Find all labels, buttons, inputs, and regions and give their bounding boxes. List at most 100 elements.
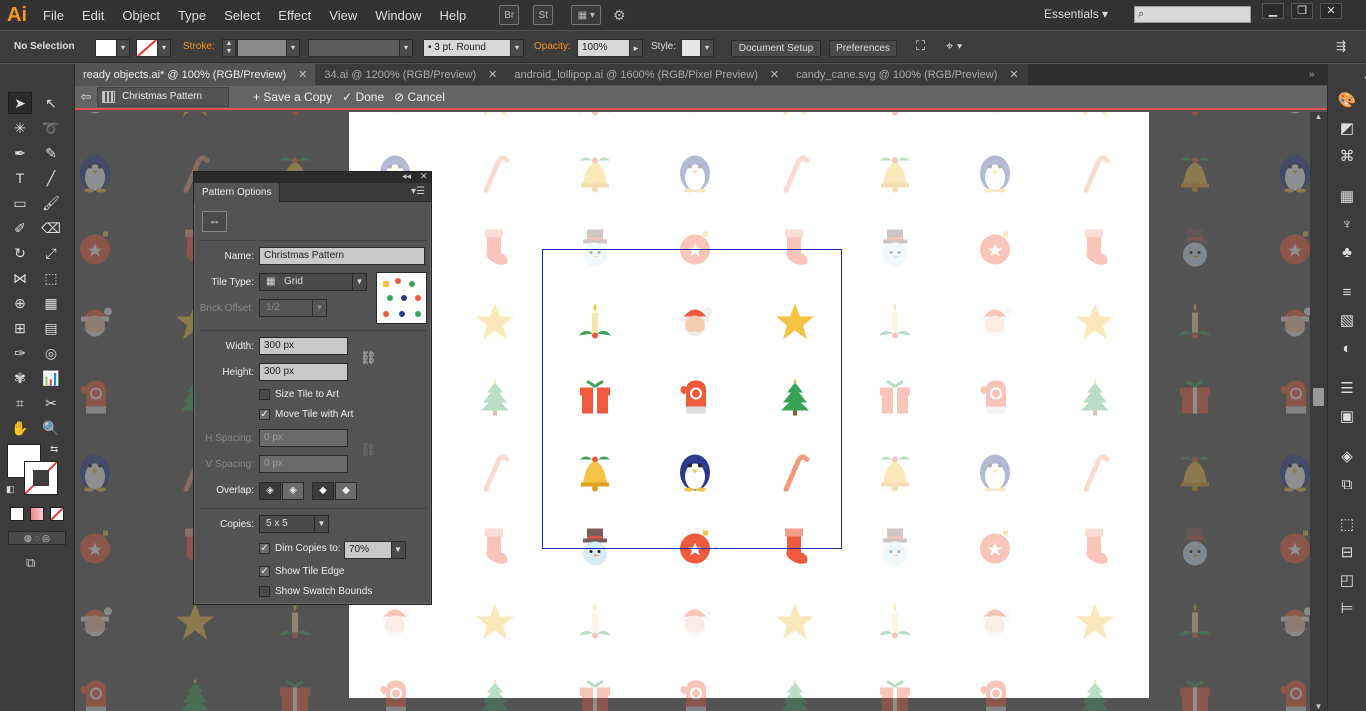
document-setup-button[interactable]: Document Setup	[731, 40, 821, 57]
scroll-thumb[interactable]	[1313, 388, 1324, 406]
drawing-modes-icon[interactable]: ◍ ◌ ◎	[8, 531, 66, 545]
close-window-button[interactable]: ✕	[1320, 3, 1342, 19]
close-icon[interactable]: ✕	[1009, 68, 1018, 81]
shaper-tool-icon[interactable]: ✐	[8, 217, 32, 239]
stroke-weight-field[interactable]	[237, 39, 287, 57]
menu-type[interactable]: Type	[169, 8, 215, 23]
gradient-tool-icon[interactable]: ▤	[39, 317, 63, 339]
pathfinder-panel-icon[interactable]: ◰	[1336, 570, 1358, 592]
menu-effect[interactable]: Effect	[269, 8, 320, 23]
minimize-button[interactable]: ▁	[1262, 3, 1284, 19]
align-panel-icon[interactable]: ⊟	[1336, 542, 1358, 564]
stroke-panel-icon[interactable]: ≡	[1336, 282, 1358, 304]
layers-panel-icon[interactable]: ◈	[1336, 446, 1358, 468]
line-tool-icon[interactable]: ╱	[39, 167, 63, 189]
search-input[interactable]: ⌕	[1134, 6, 1251, 23]
gradient-mode-icon[interactable]	[30, 507, 44, 521]
menu-object[interactable]: Object	[113, 8, 169, 23]
mesh-tool-icon[interactable]: ⊞	[8, 317, 32, 339]
link-dimensions-icon[interactable]: ⛓	[360, 350, 377, 366]
curvature-tool-icon[interactable]: ✎	[39, 142, 63, 164]
blend-tool-icon[interactable]: ◎	[39, 342, 63, 364]
stock-button[interactable]: St	[533, 5, 554, 25]
save-copy-button[interactable]: + Save a Copy	[253, 90, 332, 104]
dim-copies-checkbox[interactable]: ✓ Dim Copies to:	[259, 543, 341, 554]
default-colors-icon[interactable]: ◧	[6, 484, 15, 495]
menu-window[interactable]: Window	[366, 8, 430, 23]
opacity-dropdown[interactable]: ▸	[629, 39, 643, 57]
libraries-panel-icon[interactable]: ▦	[1336, 186, 1358, 208]
done-button[interactable]: ✓ Done	[342, 90, 384, 104]
fill-swatch[interactable]	[95, 39, 117, 57]
collapse-panel-icon[interactable]: ◂◂	[402, 171, 411, 182]
copies-dropdown[interactable]: 5 x 5 ▼	[259, 515, 329, 533]
style-swatch[interactable]	[681, 39, 701, 57]
pattern-name-field[interactable]: Christmas Pattern	[259, 247, 425, 265]
bridge-button[interactable]: Br	[499, 5, 520, 25]
dim-copies-dropdown[interactable]: ▼	[391, 541, 406, 559]
opacity-field[interactable]: 100%	[577, 39, 630, 57]
tab-candy-cane[interactable]: candy_cane.svg @ 100% (RGB/Preview) ✕	[788, 64, 1028, 85]
rectangle-tool-icon[interactable]: ▭	[8, 192, 32, 214]
panel-menu-icon[interactable]: ▾☰	[411, 186, 425, 197]
shape-builder-tool-icon[interactable]: ⊕	[8, 292, 32, 314]
symbols-panel-icon[interactable]: ♣	[1336, 242, 1358, 264]
pattern-tile-edge[interactable]	[542, 249, 842, 549]
move-tile-with-art-checkbox[interactable]: ✓ Move Tile with Art	[259, 409, 353, 420]
swatches-panel-icon[interactable]: ⌘	[1336, 146, 1358, 168]
transparency-panel-icon[interactable]: ◐	[1336, 338, 1358, 360]
none-mode-icon[interactable]	[50, 507, 64, 521]
profile-dropdown[interactable]: ▾	[399, 39, 413, 57]
close-icon[interactable]: ✕	[770, 68, 779, 81]
workspace-switcher[interactable]: Essentials ▾	[1044, 7, 1108, 21]
maximize-button[interactable]: ❐	[1291, 3, 1313, 19]
distribute-panel-icon[interactable]: ⊨	[1336, 598, 1358, 620]
stroke-weight-dropdown[interactable]: ▾	[286, 39, 300, 57]
artboard-tool-icon[interactable]: ⌗	[8, 392, 32, 414]
color-mode-icon[interactable]	[10, 507, 24, 521]
graphic-styles-panel-icon[interactable]: ▣	[1336, 406, 1358, 428]
tab-34[interactable]: 34.ai @ 1200% (RGB/Preview) ✕	[316, 64, 507, 85]
type-tool-icon[interactable]: T	[8, 167, 32, 189]
color-panel-icon[interactable]: 🎨	[1336, 90, 1358, 112]
overlap-bottom-in-front-icon[interactable]: ◆	[335, 482, 357, 500]
menu-file[interactable]: File	[34, 8, 73, 23]
variable-width-profile[interactable]	[308, 39, 400, 57]
opacity-label[interactable]: Opacity:	[534, 41, 571, 52]
isolate-icon[interactable]: ⛶	[916, 38, 925, 54]
stroke-label[interactable]: Stroke:	[183, 41, 215, 52]
height-field[interactable]: 300 px	[259, 363, 348, 381]
cancel-button[interactable]: ⊘ Cancel	[394, 90, 445, 104]
brush-definition[interactable]: • 3 pt. Round	[423, 39, 511, 57]
eyedropper-tool-icon[interactable]: ✑	[8, 342, 32, 364]
artboards-panel-icon[interactable]: ⧉	[1336, 474, 1358, 496]
scale-tool-icon[interactable]: ⤢	[39, 242, 63, 264]
screen-mode-icon[interactable]: ⧉	[26, 555, 35, 571]
magic-wand-tool-icon[interactable]: ✳	[8, 117, 32, 139]
hand-tool-icon[interactable]: ✋	[8, 417, 32, 439]
overlap-right-in-front-icon[interactable]: ◈	[282, 482, 304, 500]
gpu-performance-icon[interactable]: ⚙	[609, 5, 629, 25]
stroke-weight-stepper[interactable]: ▲ ▼	[222, 39, 236, 57]
swap-colors-icon[interactable]: ⇆	[50, 444, 58, 455]
rotate-tool-icon[interactable]: ↻	[8, 242, 32, 264]
width-tool-icon[interactable]: ⋈	[8, 267, 32, 289]
h-spacing-field[interactable]: 0 px	[259, 429, 348, 447]
appearance-panel-icon[interactable]: ☰	[1336, 378, 1358, 400]
transform-panel-icon[interactable]: ⬚	[1336, 514, 1358, 536]
menu-select[interactable]: Select	[215, 8, 269, 23]
tab-android-lollipop[interactable]: android_lollipop.ai @ 1600% (RGB/Pixel P…	[506, 64, 789, 85]
overlap-top-in-front-icon[interactable]: ◆	[312, 482, 334, 500]
panel-titlebar[interactable]: ◂◂ ✕	[194, 171, 431, 183]
vertical-scrollbar[interactable]: ▲ ▼	[1310, 112, 1327, 711]
tab-ready-objects[interactable]: ready objects.ai* @ 100% (RGB/Preview) ✕	[75, 64, 317, 85]
preferences-button[interactable]: Preferences	[829, 40, 897, 57]
tabs-overflow-icon[interactable]: »	[1309, 64, 1327, 85]
close-icon[interactable]: ✕	[488, 68, 497, 81]
tile-type-dropdown[interactable]: ▦ Grid ▼	[259, 273, 367, 291]
close-panel-icon[interactable]: ✕	[420, 171, 428, 182]
transform-icon[interactable]: ⌖ ▾	[946, 38, 962, 54]
brush-dropdown[interactable]: ▾	[510, 39, 524, 57]
gradient-panel-icon[interactable]: ▧	[1336, 310, 1358, 332]
dim-copies-field[interactable]: 70%	[344, 541, 392, 559]
